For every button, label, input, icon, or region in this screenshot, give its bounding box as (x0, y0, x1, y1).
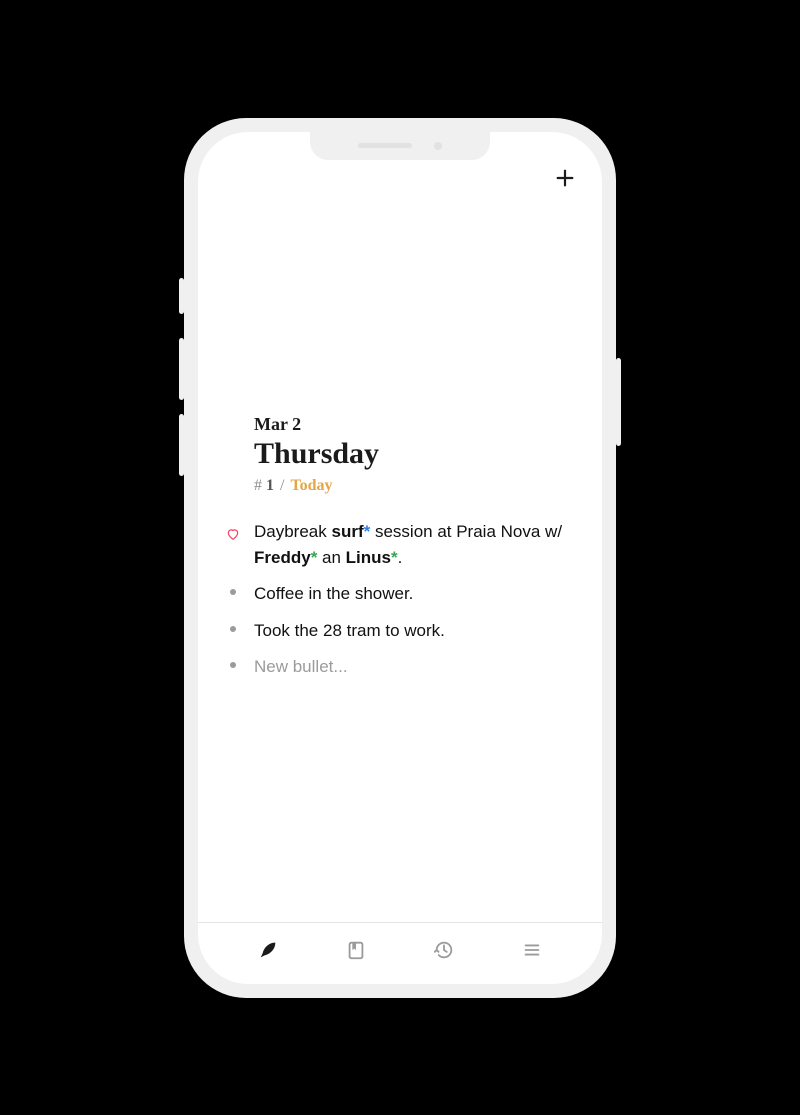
tab-bar (198, 922, 602, 984)
bullet-item[interactable]: Coffee in the shower. (224, 581, 576, 607)
side-button-power (616, 358, 621, 446)
bullet-marker-dot (224, 581, 242, 607)
bullet-item[interactable]: Daybreak surf* session at Praia Nova w/ … (224, 519, 576, 572)
tab-write[interactable] (246, 939, 290, 961)
entry-header: Mar 2 Thursday # 1 / Today (224, 414, 576, 495)
entry-content: Mar 2 Thursday # 1 / Today Daybreak surf… (198, 194, 602, 922)
front-camera (434, 142, 442, 150)
bullet-marker-heart (224, 519, 242, 572)
plus-icon (554, 167, 576, 189)
tab-menu[interactable] (510, 939, 554, 961)
new-bullet-placeholder: New bullet... (254, 654, 576, 680)
history-icon (433, 939, 455, 961)
hash-symbol: # (254, 477, 262, 494)
app-screen: Mar 2 Thursday # 1 / Today Daybreak surf… (198, 132, 602, 984)
speaker-grille (358, 143, 412, 148)
side-button-silence (179, 278, 184, 314)
bullet-text[interactable]: Daybreak surf* session at Praia Nova w/ … (254, 519, 576, 572)
add-entry-button[interactable] (554, 167, 576, 194)
new-bullet-input[interactable]: New bullet... (224, 654, 576, 680)
side-button-vol-up (179, 338, 184, 400)
meta-separator: / (280, 477, 284, 494)
bullet-marker-dot (224, 654, 242, 680)
entry-day-name: Thursday (254, 437, 576, 471)
bullet-list: Daybreak surf* session at Praia Nova w/ … (224, 519, 576, 681)
bookmark-icon (345, 939, 367, 961)
heart-icon (226, 527, 240, 541)
bullet-marker-dot (224, 618, 242, 644)
bullet-text[interactable]: Took the 28 tram to work. (254, 618, 576, 644)
entry-number: 1 (266, 477, 274, 494)
feather-icon (257, 939, 279, 961)
bullet-item[interactable]: Took the 28 tram to work. (224, 618, 576, 644)
entry-date: Mar 2 (254, 414, 576, 435)
side-button-vol-down (179, 414, 184, 476)
today-label: Today (290, 477, 332, 494)
phone-frame: Mar 2 Thursday # 1 / Today Daybreak surf… (184, 118, 616, 998)
menu-icon (521, 939, 543, 961)
tab-bookmarks[interactable] (334, 939, 378, 961)
notch (310, 132, 490, 160)
entry-meta: # 1 / Today (254, 477, 576, 495)
bullet-text[interactable]: Coffee in the shower. (254, 581, 576, 607)
tab-history[interactable] (422, 939, 466, 961)
tag-marker: * (391, 548, 398, 567)
